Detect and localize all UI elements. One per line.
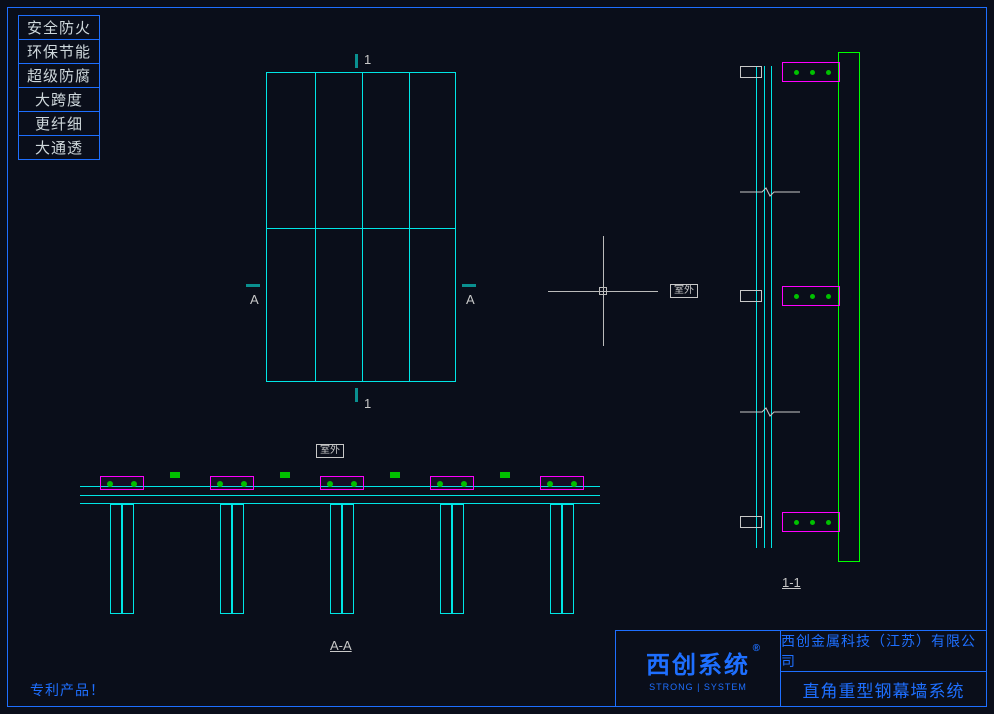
- patent-note: 专利产品！: [30, 680, 105, 700]
- caption-1-1: 1-1: [782, 575, 801, 590]
- company-name: 西创金属科技（江苏）有限公司: [781, 631, 986, 672]
- feature-item: 环保节能: [18, 39, 100, 64]
- mullion: [550, 504, 574, 614]
- section-tick-1-top: [355, 54, 358, 68]
- mullion: [440, 504, 464, 614]
- brand-name: 西创系统 ®: [646, 645, 750, 680]
- section-A-A: [80, 460, 600, 620]
- elevation-view: [266, 72, 456, 382]
- brand-cell: 西创系统 ® STRONG | SYSTEM: [616, 631, 781, 706]
- system-name: 直角重型钢幕墙系统: [781, 672, 986, 706]
- cap: [280, 472, 290, 478]
- cap: [500, 472, 510, 478]
- break-line-icon: [740, 404, 800, 414]
- outside-label: 室外: [316, 444, 344, 458]
- connector: [320, 476, 364, 490]
- section-mark-1: 1: [364, 396, 371, 411]
- feature-item: 更纤细: [18, 111, 100, 136]
- section-tick-1-bot: [355, 388, 358, 402]
- section-tick-A-left: [246, 284, 260, 287]
- feature-item: 超级防腐: [18, 63, 100, 88]
- connector: [540, 476, 584, 490]
- mullion: [220, 504, 244, 614]
- mullion: [330, 504, 354, 614]
- connector: [100, 476, 144, 490]
- feature-item: 安全防火: [18, 15, 100, 40]
- section-mark-A: A: [250, 292, 259, 307]
- registered-icon: ®: [753, 643, 762, 654]
- connector: [210, 476, 254, 490]
- mullion: [110, 504, 134, 614]
- transom-node: [734, 284, 844, 310]
- transom-node: [734, 60, 844, 86]
- section-tick-A-right: [462, 284, 476, 287]
- section-mark-1: 1: [364, 52, 371, 67]
- connector: [430, 476, 474, 490]
- cap: [170, 472, 180, 478]
- section-mark-A: A: [466, 292, 475, 307]
- section-1-1: [720, 52, 870, 562]
- title-block: 西创系统 ® STRONG | SYSTEM 西创金属科技（江苏）有限公司 直角…: [615, 630, 987, 707]
- feature-item: 大跨度: [18, 87, 100, 112]
- feature-item: 大通透: [18, 135, 100, 160]
- cap: [390, 472, 400, 478]
- outside-label: 室外: [670, 284, 698, 298]
- transom-node: [734, 510, 844, 536]
- brand-sub: STRONG | SYSTEM: [649, 682, 747, 692]
- brand-text: 西创系统: [646, 652, 750, 679]
- caption-A-A: A-A: [330, 638, 352, 653]
- break-line-icon: [740, 184, 800, 194]
- feature-list: 安全防火 环保节能 超级防腐 大跨度 更纤细 大通透: [18, 16, 100, 160]
